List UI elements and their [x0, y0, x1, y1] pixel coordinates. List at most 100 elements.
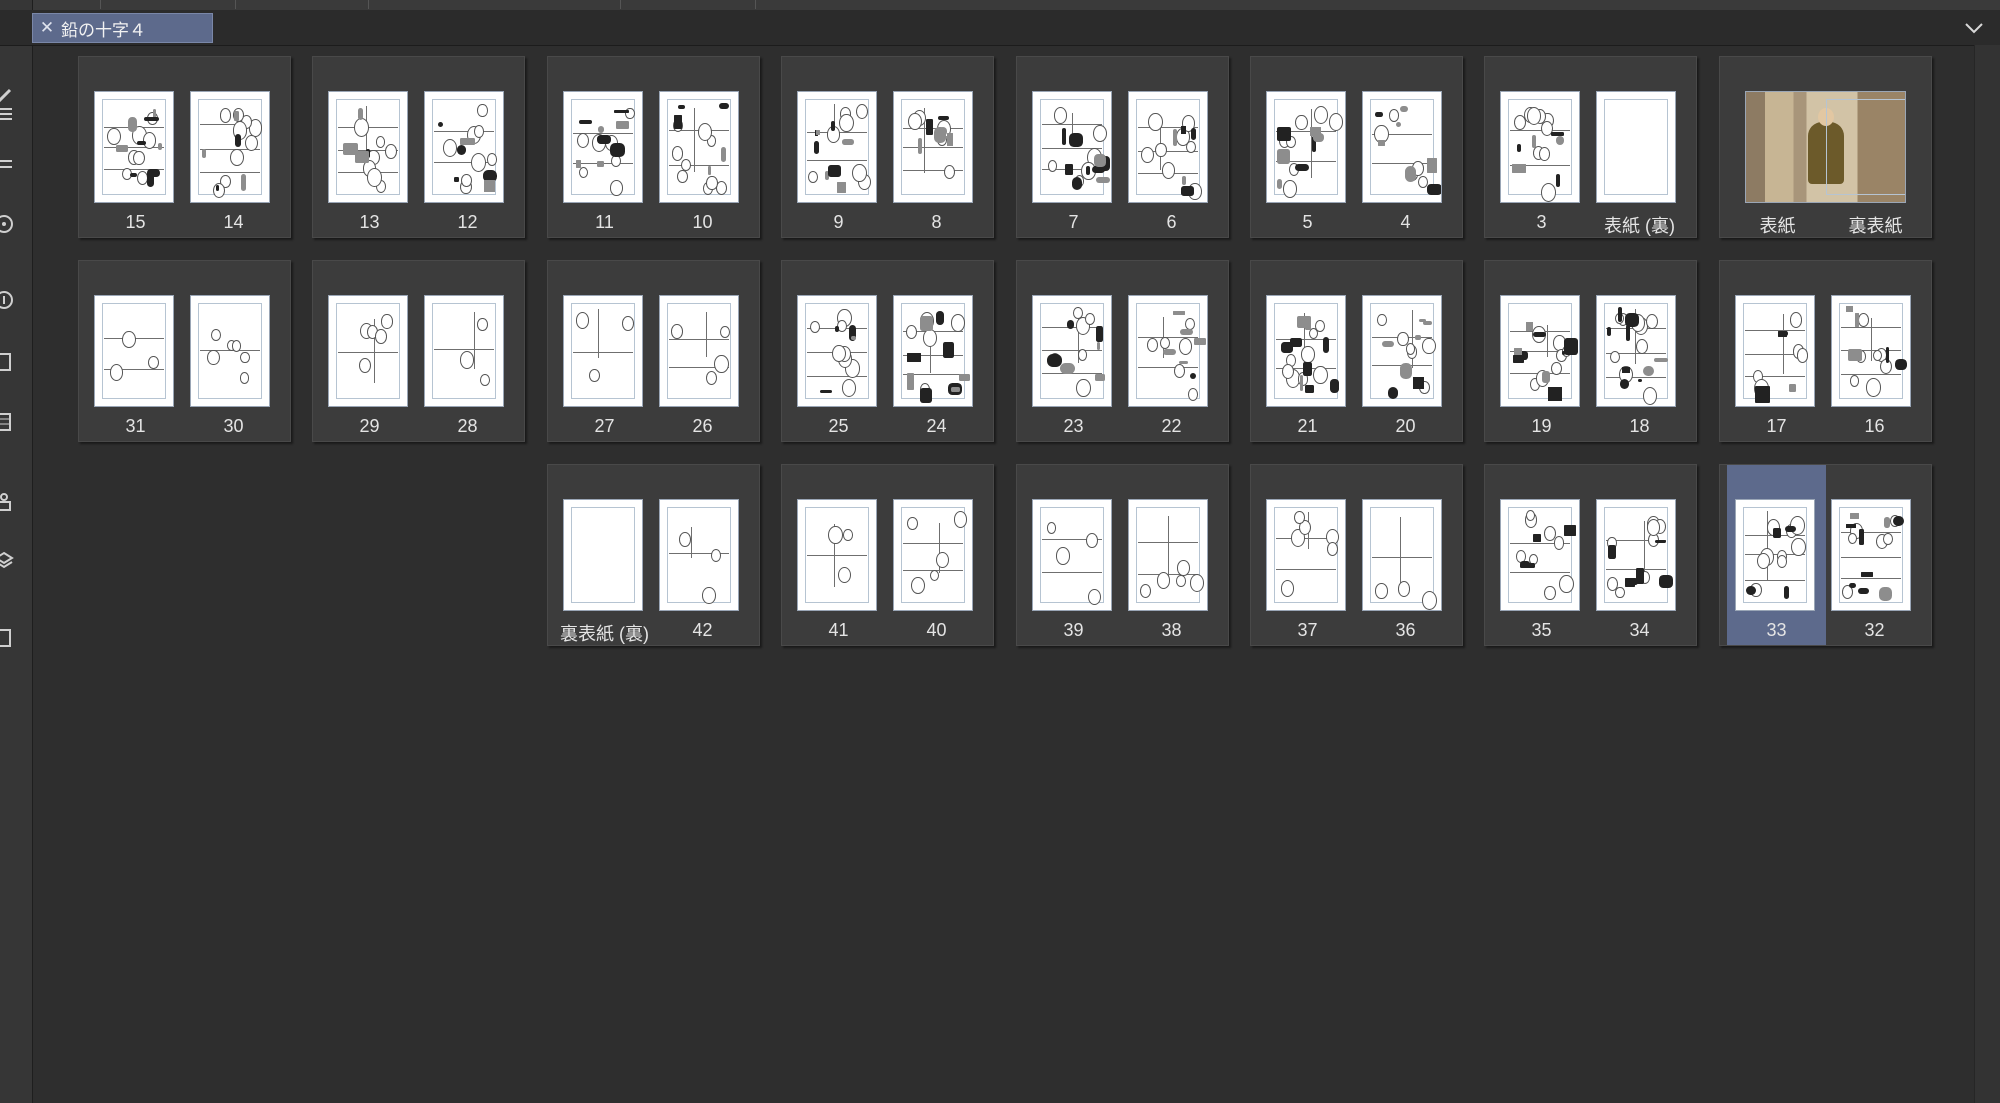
layers-icon[interactable]	[0, 550, 14, 570]
page-thumbnail[interactable]	[1735, 499, 1815, 611]
page-thumbnail[interactable]	[1831, 295, 1911, 407]
page-slot[interactable]: 裏表紙 (裏)	[555, 465, 654, 645]
page-spread[interactable]: 29 28	[312, 260, 525, 442]
page-thumbnail[interactable]	[1500, 295, 1580, 407]
page-thumbnail[interactable]	[893, 499, 973, 611]
page-thumbnail[interactable]	[659, 499, 739, 611]
page-thumbnail[interactable]	[94, 295, 174, 407]
page-thumbnail[interactable]	[424, 295, 504, 407]
page-slot[interactable]: 9	[789, 57, 888, 237]
page-slot[interactable]: 13	[320, 57, 419, 237]
page-thumbnail[interactable]	[1266, 295, 1346, 407]
timeline-icon[interactable]	[0, 412, 14, 432]
page-slot[interactable]: 42	[653, 465, 752, 645]
page-icon[interactable]	[0, 628, 14, 648]
right-panel-edge[interactable]	[1974, 45, 2000, 1103]
page-spread[interactable]: 25 24	[781, 260, 994, 442]
page-thumbnail[interactable]	[1500, 91, 1580, 203]
page-slot[interactable]: 表紙 (裏)	[1590, 57, 1689, 237]
page-thumbnail[interactable]	[563, 499, 643, 611]
page-thumbnail[interactable]	[797, 499, 877, 611]
page-thumbnail[interactable]	[1596, 295, 1676, 407]
page-thumbnail[interactable]	[893, 295, 973, 407]
page-thumbnail[interactable]	[1128, 295, 1208, 407]
page-slot[interactable]: 29	[320, 261, 419, 441]
page-thumbnail[interactable]	[1500, 499, 1580, 611]
page-slot[interactable]: 39	[1024, 465, 1123, 645]
page-thumbnail[interactable]	[1128, 91, 1208, 203]
page-thumbnail[interactable]	[797, 91, 877, 203]
page-slot[interactable]: 11	[555, 57, 654, 237]
page-slot[interactable]: 21	[1258, 261, 1357, 441]
page-spread[interactable]: 54	[1250, 56, 1463, 238]
page-spread[interactable]: 3 表紙 (裏)	[1484, 56, 1697, 238]
page-spread[interactable]: 31 30	[78, 260, 291, 442]
page-thumbnail[interactable]	[563, 91, 643, 203]
page-thumbnail[interactable]	[1596, 499, 1676, 611]
page-thumbnail[interactable]	[563, 295, 643, 407]
page-thumbnail[interactable]	[1032, 295, 1112, 407]
page-spread[interactable]: 21 20	[1250, 260, 1463, 442]
page-thumbnail[interactable]	[893, 91, 973, 203]
layer-property-icon[interactable]	[0, 492, 14, 512]
cover-thumbnail[interactable]	[1745, 91, 1906, 203]
page-thumbnail[interactable]	[190, 91, 270, 203]
page-slot[interactable]: 18	[1590, 261, 1689, 441]
page-slot[interactable]: 17	[1727, 261, 1826, 441]
page-slot[interactable]: 8	[887, 57, 986, 237]
page-slot[interactable]: 3	[1492, 57, 1591, 237]
page-slot-selected[interactable]: 33	[1727, 465, 1826, 645]
page-slot[interactable]: 14	[184, 57, 283, 237]
page-spread[interactable]: 裏表紙 (裏) 42	[547, 464, 760, 646]
page-spread[interactable]: 15 14	[78, 56, 291, 238]
info-icon[interactable]	[0, 290, 14, 310]
page-thumbnail[interactable]	[1266, 499, 1346, 611]
page-slot[interactable]: 5	[1258, 57, 1357, 237]
page-slot[interactable]: 4	[1356, 57, 1455, 237]
page-thumbnail[interactable]	[1362, 499, 1442, 611]
page-slot[interactable]: 36	[1356, 465, 1455, 645]
page-slot[interactable]: 23	[1024, 261, 1123, 441]
page-slot[interactable]: 41	[789, 465, 888, 645]
page-thumbnail[interactable]	[190, 295, 270, 407]
page-slot[interactable]: 12	[418, 57, 517, 237]
page-slot[interactable]: 10	[653, 57, 752, 237]
page-thumbnail[interactable]	[328, 295, 408, 407]
page-thumbnail[interactable]	[1735, 295, 1815, 407]
adjust-icon[interactable]	[0, 154, 14, 174]
page-slot[interactable]: 6	[1122, 57, 1221, 237]
page-slot[interactable]: 7	[1024, 57, 1123, 237]
page-spread[interactable]: 33 32	[1719, 464, 1932, 646]
page-thumbnail[interactable]	[1266, 91, 1346, 203]
page-slot[interactable]: 27	[555, 261, 654, 441]
page-thumbnail[interactable]	[1128, 499, 1208, 611]
page-spread[interactable]: 39 38	[1016, 464, 1229, 646]
page-slot[interactable]: 24	[887, 261, 986, 441]
page-thumbnail[interactable]	[424, 91, 504, 203]
page-spread[interactable]: 13 12	[312, 56, 525, 238]
page-spread[interactable]: 23 22	[1016, 260, 1229, 442]
page-slot[interactable]: 25	[789, 261, 888, 441]
page-slot[interactable]: 30	[184, 261, 283, 441]
page-slot[interactable]: 40	[887, 465, 986, 645]
page-spread[interactable]: 35 34	[1484, 464, 1697, 646]
page-thumbnail[interactable]	[1032, 91, 1112, 203]
page-thumbnail[interactable]	[1596, 91, 1676, 203]
page-slot[interactable]: 35	[1492, 465, 1591, 645]
page-slot[interactable]: 16	[1825, 261, 1924, 441]
page-thumbnail[interactable]	[1362, 295, 1442, 407]
brush-icon[interactable]	[0, 86, 14, 106]
page-spread[interactable]: 17 16	[1719, 260, 1932, 442]
close-icon[interactable]: ✕	[33, 18, 61, 38]
page-slot[interactable]: 32	[1825, 465, 1924, 645]
page-thumbnail[interactable]	[1831, 499, 1911, 611]
page-slot[interactable]: 22	[1122, 261, 1221, 441]
page-spread[interactable]: 76	[1016, 56, 1229, 238]
page-thumbnail[interactable]	[1032, 499, 1112, 611]
page-spread[interactable]: 11 10	[547, 56, 760, 238]
page-slot[interactable]: 26	[653, 261, 752, 441]
page-spread[interactable]: 27 26	[547, 260, 760, 442]
page-slot[interactable]: 34	[1590, 465, 1689, 645]
page-slot[interactable]: 28	[418, 261, 517, 441]
document-tab[interactable]: ✕ 鉛の十字４	[32, 13, 213, 43]
